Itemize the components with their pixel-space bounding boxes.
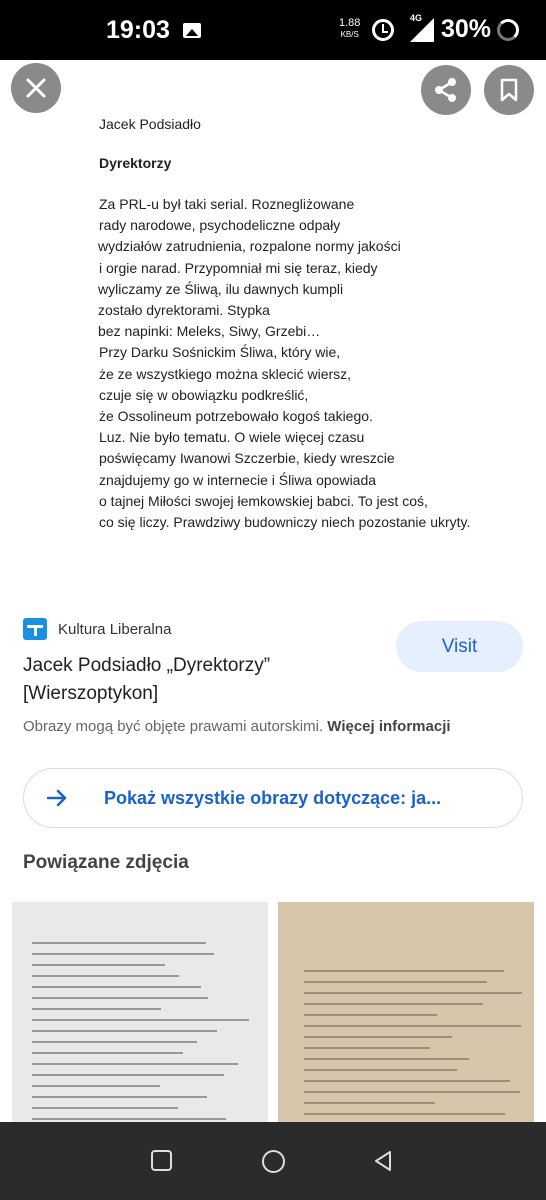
thumbnail-text-line: [32, 997, 208, 999]
battery-icon: [497, 19, 519, 41]
thumbnail-text-line: [32, 1052, 184, 1054]
status-time: 19:03: [106, 16, 170, 44]
bookmark-button[interactable]: [484, 65, 534, 115]
thumbnail-text-line: [304, 1003, 483, 1005]
poem-line: czuje się w obowiązku podkreślić,: [99, 386, 309, 403]
network-speed-unit: KB/S: [340, 30, 359, 39]
thumbnail-text-line: [32, 975, 179, 977]
thumbnail-text-line: [32, 1118, 226, 1120]
thumbnail-text-line: [304, 1058, 469, 1060]
more-info-link[interactable]: Więcej informacji: [327, 718, 450, 735]
poem-line: znajdujemy go w internecie i Śliwa opowi…: [99, 471, 377, 488]
thumbnail-text-line: [32, 1074, 225, 1076]
poem-title: Dyrektorzy: [99, 155, 172, 171]
thumbnail-text-line: [32, 964, 165, 966]
network-speed-value: 1.88: [339, 17, 361, 29]
close-button[interactable]: [11, 63, 61, 113]
thumbnail-text-line: [304, 992, 522, 994]
thumbnail-text-line: [304, 981, 488, 983]
network-speed: 1.88 KB/S: [339, 18, 360, 40]
poem-author: Jacek Podsiadło: [99, 116, 201, 132]
related-images-heading: Powiązane zdjęcia: [23, 852, 189, 873]
thumbnail-text-line: [32, 1107, 178, 1109]
image-viewer: Jacek Podsiadło Dyrektorzy Za PRL-u był …: [0, 60, 546, 600]
poem-line: bez napinki: Meleks, Siwy, Grzebi…: [98, 323, 321, 340]
poem-line: rady narodowe, psychodeliczne odpały: [99, 217, 341, 234]
thumbnail-text-line: [32, 1096, 207, 1098]
kultura-liberalna-logo: [23, 618, 47, 640]
poem-line: że ze wszystkiego można sklecić wiersz,: [99, 365, 352, 382]
thumbnail-text-line: [304, 1091, 521, 1093]
thumbnail-text-line: [304, 1080, 511, 1082]
close-icon: [26, 78, 46, 98]
thumbnail-text-line: [32, 1019, 249, 1021]
thumbnail-text-line: [304, 1047, 430, 1049]
related-image-thumbnail[interactable]: [278, 902, 534, 1127]
show-all-images-button[interactable]: Pokaż wszystkie obrazy dotyczące: ja...: [23, 768, 523, 828]
visit-button[interactable]: Visit: [396, 621, 523, 672]
poem-line: zostało dyrektorami. Stypka: [98, 302, 270, 318]
battery-level: 30%: [441, 15, 492, 43]
thumbnail-text-line: [304, 1069, 458, 1071]
system-navigation-bar: [0, 1122, 546, 1200]
thumbnail-text-line: [304, 970, 505, 972]
source-name: Kultura Liberalna: [58, 620, 172, 638]
recent-apps-button[interactable]: [151, 1150, 172, 1171]
bookmark-icon: [500, 78, 518, 102]
back-button[interactable]: [372, 1150, 396, 1172]
status-bar: 19:03 1.88 KB/S 4G 30%: [0, 0, 546, 60]
poem-line: Luz. Nie było tematu. O wiele więcej cza…: [99, 429, 365, 446]
thumbnail-text-line: [32, 1041, 198, 1043]
thumbnail-text-line: [32, 1063, 238, 1065]
poem-line: poświęcamy Iwanowi Szczerbie, kiedy wres…: [99, 450, 395, 467]
source-row[interactable]: Kultura Liberalna: [23, 618, 171, 640]
result-title[interactable]: Jacek Podsiadło „Dyrektorzy” [Wierszopty…: [23, 652, 353, 708]
thumbnail-text-line: [304, 1036, 452, 1038]
poem-line: Za PRL-u był taki serial. Roznegliżowane: [99, 196, 355, 212]
image-notification-icon: [183, 23, 201, 38]
poem-line: wyliczamy ze Śliwą, ilu dawnych kumpli: [98, 280, 344, 297]
thumbnail-text-line: [304, 1102, 436, 1104]
copyright-text: Obrazy mogą być objęte prawami autorskim…: [23, 718, 324, 735]
home-button[interactable]: [262, 1150, 285, 1173]
poem-line: Przy Darku Sośnickim Śliwa, który wie,: [99, 344, 341, 361]
poem-line: wydziałów zatrudnienia, rozpalone normy …: [98, 238, 401, 255]
copyright-notice: Obrazy mogą być objęte prawami autorskim…: [23, 718, 451, 735]
related-image-thumbnail[interactable]: [12, 902, 268, 1127]
poem-line: co się liczy. Prawdziwy budowniczy niech…: [99, 514, 471, 530]
network-type: 4G: [410, 13, 423, 23]
arrow-right-icon: [46, 789, 67, 807]
thumbnail-text-line: [32, 986, 201, 988]
thumbnail-text-line: [304, 1113, 506, 1115]
poem-line: o tajnej Miłości swojej łemkowskiej babc…: [99, 492, 428, 509]
poem-line: i orgie narad. Przypomniał mi się teraz,…: [99, 259, 378, 276]
poem-line: że Ossolineum potrzebowało kogoś takiego…: [99, 408, 373, 424]
alarm-icon: [372, 19, 394, 41]
thumbnail-text-line: [32, 1085, 161, 1087]
thumbnail-text-line: [32, 1008, 161, 1010]
thumbnail-text-line: [32, 953, 214, 955]
share-icon: [435, 78, 456, 102]
thumbnail-text-line: [304, 1014, 438, 1016]
thumbnail-text-line: [304, 1025, 522, 1027]
share-button[interactable]: [421, 65, 471, 115]
show-all-label: Pokaż wszystkie obrazy dotyczące: ja...: [104, 788, 442, 808]
thumbnail-text-line: [32, 942, 206, 944]
thumbnail-text-line: [32, 1030, 217, 1032]
